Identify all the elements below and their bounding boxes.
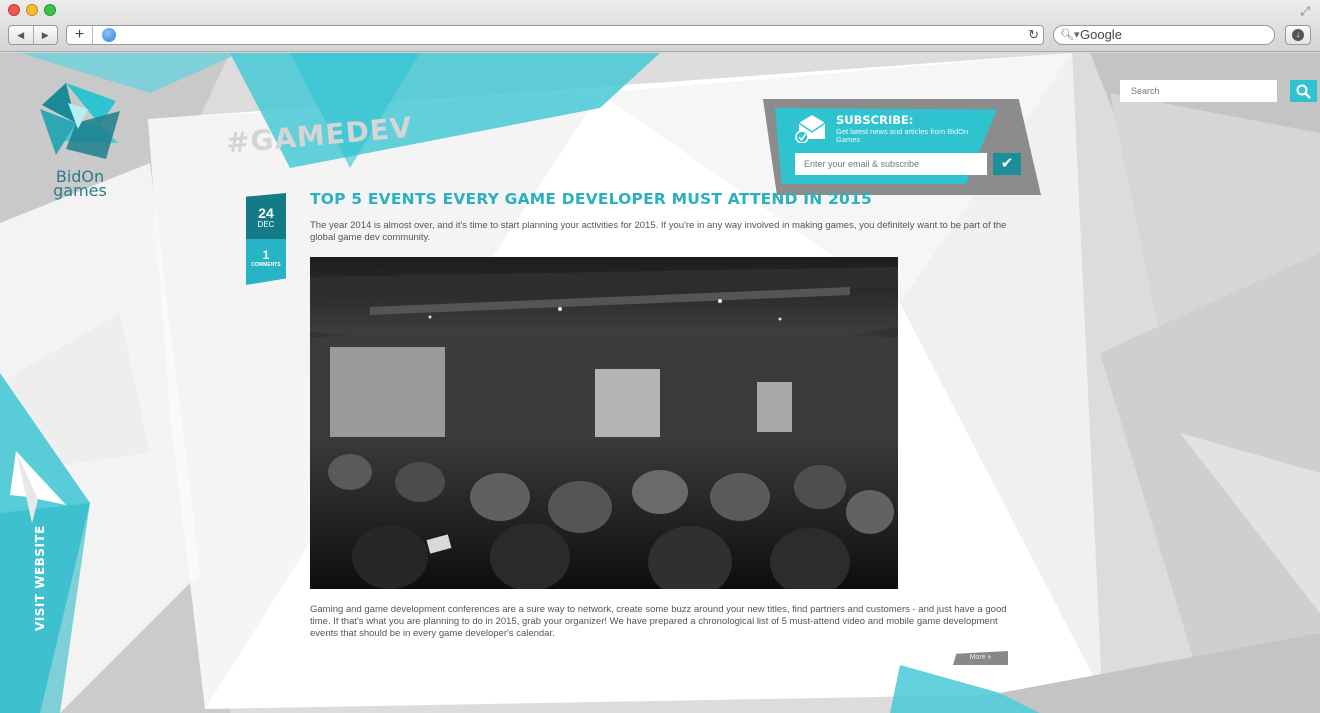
forward-button[interactable]: ▶ xyxy=(32,26,58,44)
new-tab-button[interactable]: + xyxy=(67,26,93,44)
logo-text-line2: games xyxy=(53,181,107,200)
logo-text: BidOn games xyxy=(36,169,124,200)
post-title-link[interactable]: TOP 5 EVENTS EVERY GAME DEVELOPER MUST A… xyxy=(310,190,872,208)
comment-label: COMMENTS xyxy=(251,262,281,268)
checkmark-icon: ✔ xyxy=(1000,155,1014,172)
browser-toolbar: ⤢ ◀ ▶ + ↻ 🔍︎▾ Google ↓ xyxy=(0,0,1320,52)
window-controls xyxy=(8,4,56,16)
subscribe-submit-button[interactable]: ✔ xyxy=(993,153,1021,175)
fullscreen-icon[interactable]: ⤢ xyxy=(1298,4,1312,18)
site-search-input[interactable] xyxy=(1120,80,1277,102)
address-bar[interactable]: + ↻ xyxy=(66,25,1044,45)
post-day: 24 xyxy=(258,205,274,221)
reload-icon[interactable]: ↻ xyxy=(1028,26,1039,44)
envelope-check-icon xyxy=(795,115,826,143)
post-image xyxy=(310,257,898,589)
comment-count: 1 xyxy=(262,248,270,262)
conference-hall-photo xyxy=(310,257,898,589)
downloads-button[interactable]: ↓ xyxy=(1285,25,1311,45)
search-icon xyxy=(1296,84,1311,99)
comments-link[interactable]: 1 COMMENTS xyxy=(246,239,286,285)
download-icon: ↓ xyxy=(1292,29,1304,41)
globe-icon xyxy=(102,28,116,42)
subscribe-description: Get latest news and articles from BidOn … xyxy=(836,127,969,144)
search-icon: 🔍︎▾ xyxy=(1060,29,1080,41)
history-nav: ◀ ▶ xyxy=(8,25,58,45)
site-logo[interactable]: BidOn games xyxy=(36,83,126,200)
close-window-button[interactable] xyxy=(8,4,20,16)
web-page: BidOn games #GAMEDEV SUBSCRIBE: Get late… xyxy=(0,53,1320,713)
site-search-button[interactable] xyxy=(1290,80,1317,102)
post-intro: The year 2014 is almost over, and it's t… xyxy=(310,220,1007,243)
bidon-logo-icon xyxy=(40,83,120,159)
search-engine-label: Google xyxy=(1080,27,1122,42)
post-date: 24 DEC xyxy=(246,193,286,239)
post-body: Gaming and game development conferences … xyxy=(310,604,1007,639)
browser-search-field[interactable]: 🔍︎▾ Google xyxy=(1053,25,1275,45)
post-date-badge: 24 DEC 1 COMMENTS xyxy=(246,193,286,285)
visit-website-link[interactable]: VISIT WEBSITE xyxy=(33,525,47,631)
paper-plane-icon[interactable] xyxy=(10,451,68,523)
subscribe-title: SUBSCRIBE: xyxy=(836,113,914,127)
post-month: DEC xyxy=(257,220,275,229)
minimize-window-button[interactable] xyxy=(26,4,38,16)
back-button[interactable]: ◀ xyxy=(9,26,33,44)
zoom-window-button[interactable] xyxy=(44,4,56,16)
subscribe-email-input[interactable] xyxy=(795,153,987,175)
